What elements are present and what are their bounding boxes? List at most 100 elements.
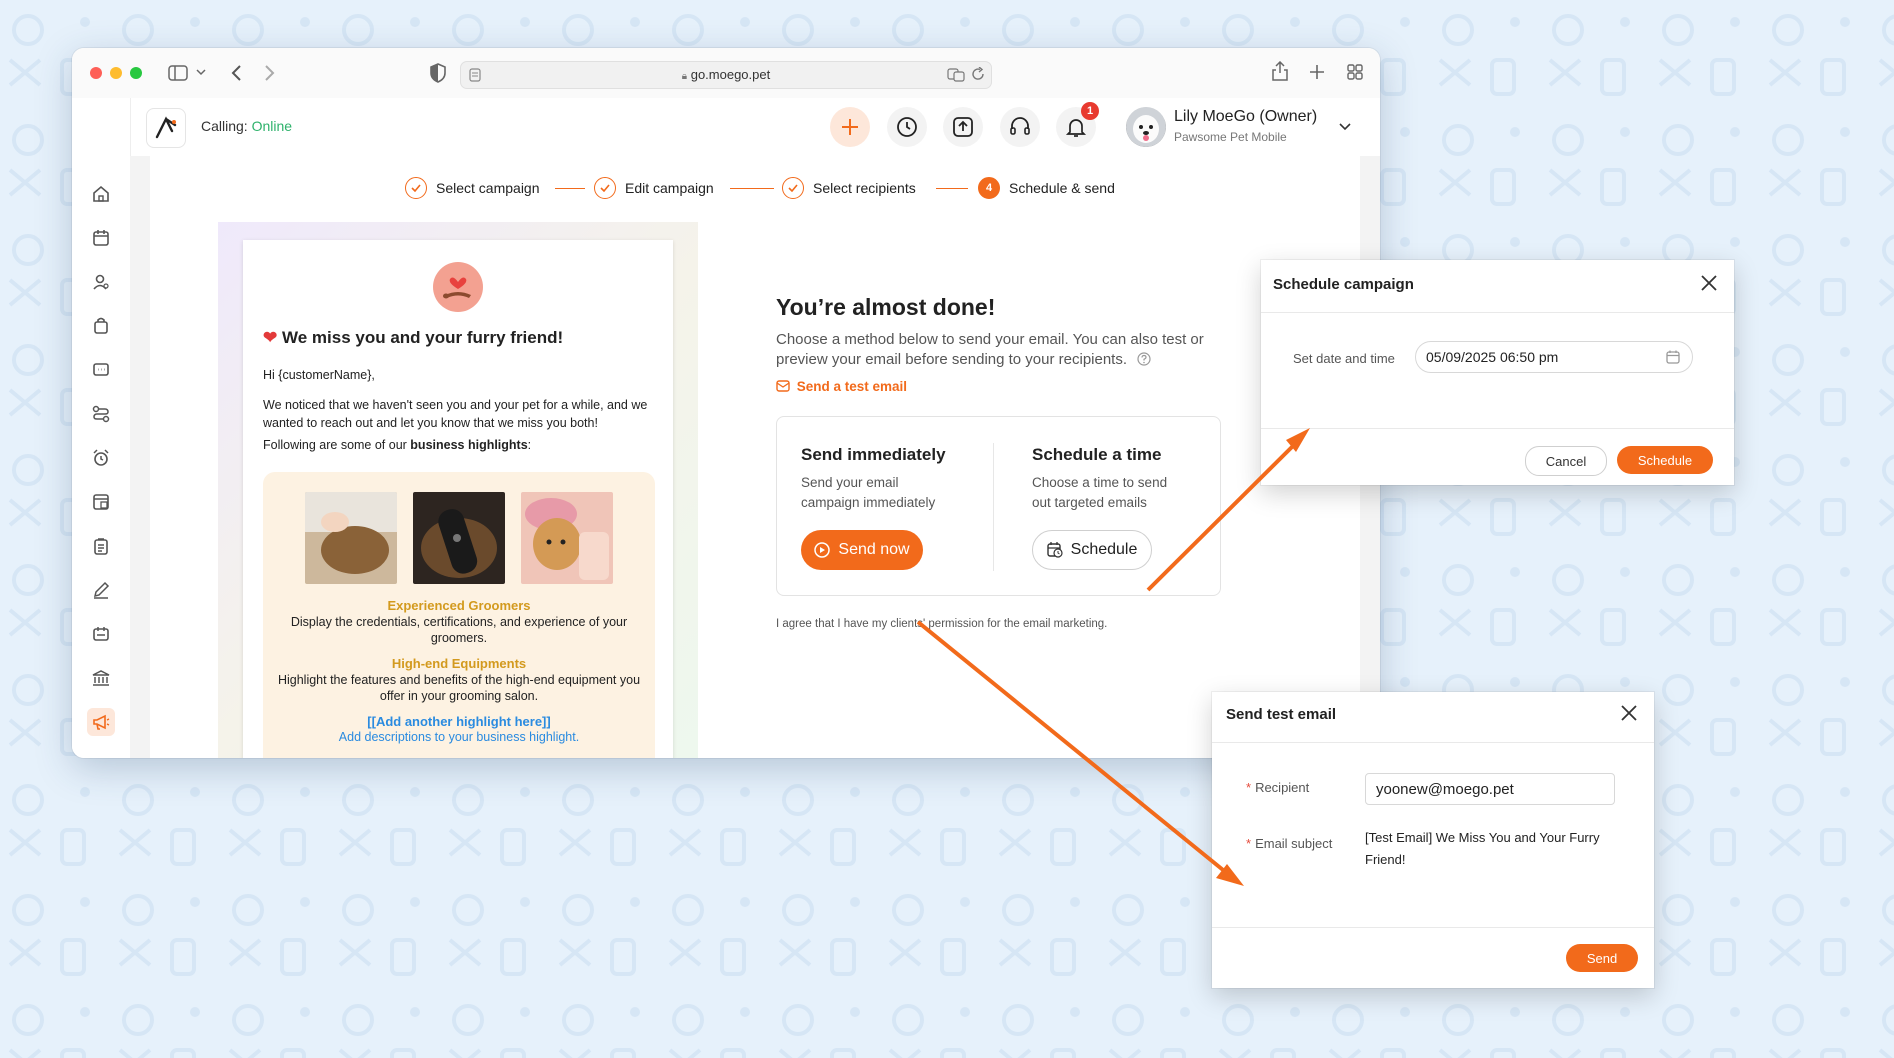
send-test-button[interactable]: Send	[1566, 944, 1638, 972]
help-icon[interactable]	[1137, 352, 1151, 366]
route-icon	[92, 405, 110, 423]
cancel-button[interactable]: Cancel	[1525, 446, 1607, 476]
step-edit-campaign[interactable]: Edit campaign	[594, 176, 714, 200]
close-window-button[interactable]	[90, 67, 102, 79]
date-time-input[interactable]: 05/09/2025 06:50 pm	[1415, 341, 1693, 373]
confirm-schedule-button[interactable]: Schedule	[1617, 446, 1713, 474]
schedule-campaign-dialog: Schedule campaign Set date and time 05/0…	[1261, 260, 1734, 485]
notifications-button[interactable]: 1	[1056, 102, 1099, 147]
add-highlight-description[interactable]: Add descriptions to your business highli…	[263, 730, 655, 744]
send-immediately-description: Send your email campaign immediately	[801, 475, 936, 510]
clock-button[interactable]	[887, 107, 927, 147]
close-icon[interactable]	[1698, 272, 1720, 294]
support-button[interactable]	[1000, 107, 1040, 147]
sidebar-item-settings[interactable]	[87, 750, 115, 758]
logo-icon	[155, 116, 177, 139]
campaign-panel: Select campaign Edit campaign Select rec…	[150, 156, 1360, 758]
sidebar-item-clients[interactable]	[87, 268, 115, 296]
schedule-button[interactable]: Schedule	[1032, 530, 1152, 570]
sidebar-item-tickets[interactable]	[87, 620, 115, 648]
ticket-icon	[93, 627, 109, 641]
business-highlights: Experienced Groomers Display the credent…	[263, 472, 655, 758]
user-business: Pawsome Pet Mobile	[1174, 130, 1287, 144]
close-icon[interactable]	[1618, 702, 1640, 724]
bank-icon	[92, 670, 110, 686]
shield-icon[interactable]	[430, 63, 446, 83]
dialog-separator	[1212, 927, 1654, 928]
sidebar-item-marketing[interactable]	[87, 708, 115, 736]
step-schedule-send[interactable]: 4 Schedule & send	[978, 176, 1115, 200]
reload-icon[interactable]	[971, 67, 985, 81]
sidebar-item-calendar[interactable]	[87, 224, 115, 252]
address-bar[interactable]: 🔒︎ go.moego.pet	[460, 61, 992, 89]
step-select-recipients[interactable]: Select recipients	[782, 176, 916, 200]
calendar-icon	[93, 230, 109, 246]
sidebar-item-reports[interactable]	[87, 532, 115, 560]
step-select-campaign[interactable]: Select campaign	[405, 176, 540, 200]
minimize-window-button[interactable]	[110, 67, 122, 79]
email-preview: ❤︎ We miss you and your furry friend! Hi…	[243, 240, 673, 758]
recipient-input[interactable]: yoonew@moego.pet	[1365, 773, 1615, 805]
sidebar-item-messages[interactable]	[87, 356, 115, 384]
play-circle-icon	[814, 542, 831, 558]
clock-icon	[897, 117, 917, 137]
dialog-separator	[1212, 742, 1654, 743]
send-options-card: Send immediately Send your email campaig…	[776, 416, 1221, 596]
lock-icon: 🔒︎	[681, 71, 688, 82]
moego-logo[interactable]	[146, 108, 186, 148]
send-test-email-link[interactable]: Send a test email	[776, 379, 907, 394]
calendar-clock-icon	[1046, 542, 1063, 558]
date-time-label: Set date and time	[1293, 351, 1395, 366]
sidebar-item-payments[interactable]	[87, 488, 115, 516]
tab-overview-icon[interactable]	[1347, 64, 1363, 80]
alarm-icon	[93, 449, 109, 466]
pet-heart-icon	[443, 277, 471, 299]
step-connector	[555, 188, 585, 189]
settings-icon	[92, 755, 110, 758]
bag-icon	[94, 317, 108, 334]
highlight-description: Highlight the features and benefits of t…	[277, 673, 641, 703]
step-number: 4	[978, 177, 1000, 199]
dog-spa-photo	[521, 492, 613, 584]
plus-icon	[842, 119, 858, 135]
headset-icon	[1010, 117, 1030, 135]
chevron-down-icon[interactable]	[196, 69, 206, 77]
main-content: Select campaign Edit campaign Select rec…	[130, 156, 1380, 758]
calendar-icon[interactable]	[1666, 350, 1680, 364]
user-name[interactable]: Lily MoeGo (Owner)	[1174, 108, 1317, 126]
sidebar-item-business[interactable]	[87, 664, 115, 692]
sidebar-item-reminders[interactable]	[87, 444, 115, 472]
highlight-title: High-end Equipments	[391, 656, 527, 671]
sidebar-item-edit[interactable]	[87, 576, 115, 604]
upload-icon	[953, 117, 973, 137]
new-tab-icon[interactable]	[1309, 64, 1325, 80]
clipper-photo	[413, 492, 505, 584]
browser-window: 🔒︎ go.moego.pet Calling: Online 1 Lily M…	[72, 48, 1380, 758]
email-subject-value[interactable]: [Test Email] We Miss You and Your Furry …	[1365, 827, 1600, 871]
url-text: 🔒︎ go.moego.pet	[681, 67, 771, 82]
browser-titlebar: 🔒︎ go.moego.pet	[72, 48, 1380, 99]
upload-button[interactable]	[943, 107, 983, 147]
maximize-window-button[interactable]	[130, 67, 142, 79]
chevron-down-icon[interactable]	[1339, 123, 1351, 131]
sidebar-item-home[interactable]	[87, 180, 115, 208]
add-highlight-link[interactable]: [[Add another highlight here]]	[263, 714, 655, 729]
calling-status[interactable]: Calling: Online	[201, 118, 292, 134]
sidebar-toggle-icon[interactable]	[168, 65, 188, 81]
back-arrow-icon[interactable]	[230, 64, 242, 82]
sidebar-item-retail[interactable]	[87, 312, 115, 340]
message-icon	[93, 363, 109, 376]
sidebar-item-route[interactable]	[87, 400, 115, 428]
user-avatar[interactable]	[1126, 107, 1166, 147]
dialog-separator	[1261, 428, 1734, 429]
pencil-icon	[93, 581, 110, 599]
share-icon[interactable]	[1272, 61, 1288, 81]
email-highlights-intro: Following are some of our business highl…	[263, 438, 532, 452]
sidebar	[72, 98, 131, 758]
add-button[interactable]	[830, 107, 870, 147]
mail-icon	[776, 380, 790, 392]
email-greeting: Hi {customerName},	[263, 368, 375, 382]
forward-arrow-icon[interactable]	[264, 64, 276, 82]
send-now-button[interactable]: Send now	[801, 530, 923, 570]
translate-icon[interactable]	[947, 68, 965, 82]
